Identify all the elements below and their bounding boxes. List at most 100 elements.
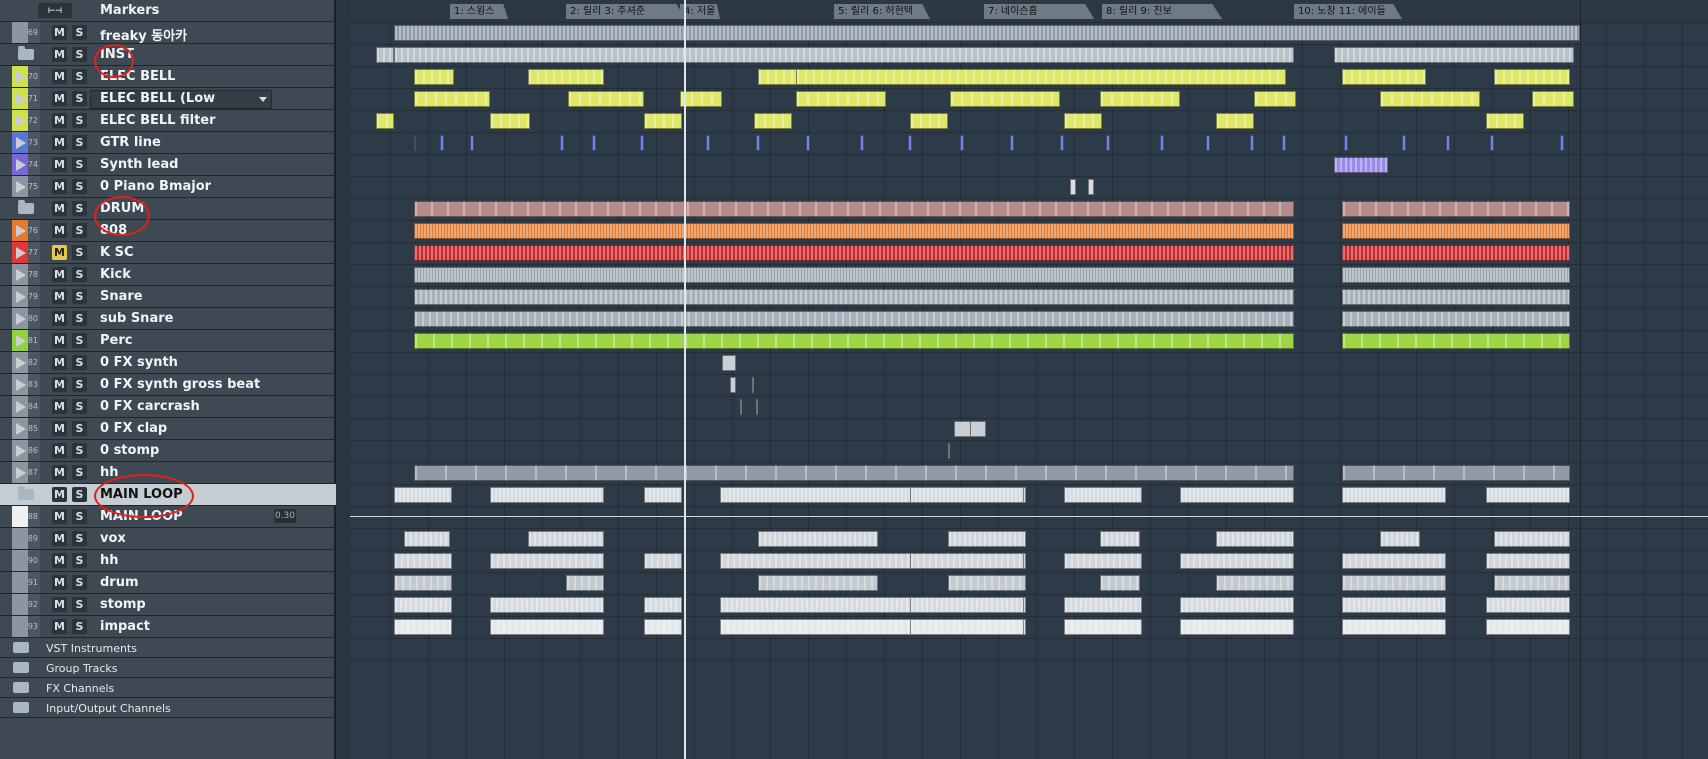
marker-track-icon[interactable]: ⊢⊣: [38, 3, 72, 18]
mute-button[interactable]: M: [52, 91, 67, 106]
event-clip[interactable]: [1380, 531, 1420, 547]
track-row-t72[interactable]: 72 M S ELEC BELL filter: [0, 110, 336, 132]
track-name[interactable]: freaky 동아카: [100, 25, 187, 44]
event-clip[interactable]: [592, 135, 596, 151]
track-row-t83[interactable]: 83 M S 0 FX synth gross beat: [0, 374, 336, 396]
event-clip[interactable]: [1344, 135, 1348, 151]
solo-button[interactable]: S: [72, 399, 87, 414]
event-clip[interactable]: [1494, 69, 1570, 85]
event-clip[interactable]: [414, 91, 490, 107]
solo-button[interactable]: S: [72, 135, 87, 150]
track-row-t89[interactable]: 89 M Svox: [0, 528, 336, 550]
track-value-box[interactable]: 0.30: [274, 509, 296, 523]
event-clip[interactable]: [1342, 619, 1446, 635]
event-clip[interactable]: [470, 135, 474, 151]
track-row-t92[interactable]: 92 M Sstomp: [0, 594, 336, 616]
track-row-inst[interactable]: M S INST: [0, 44, 336, 66]
event-clip[interactable]: [528, 69, 604, 85]
solo-button[interactable]: S: [72, 597, 87, 612]
event-clip[interactable]: [756, 135, 760, 151]
folder-icon[interactable]: [18, 486, 34, 500]
track-row-t75[interactable]: 75 M S 0 Piano Bmajor: [0, 176, 336, 198]
event-clip[interactable]: [490, 597, 604, 613]
event-clip[interactable]: [722, 355, 736, 371]
marker-label[interactable]: 2: 릴리 3: 주셔준: [566, 4, 686, 19]
event-clip[interactable]: [414, 69, 454, 85]
mute-button[interactable]: M: [52, 201, 67, 216]
event-clip[interactable]: [1216, 575, 1294, 591]
mute-button[interactable]: M: [52, 377, 67, 392]
event-clip[interactable]: [1494, 531, 1570, 547]
global-folder-row[interactable]: Group Tracks: [0, 658, 336, 678]
event-clip[interactable]: [970, 421, 986, 437]
mute-button[interactable]: M: [52, 465, 67, 480]
mute-button[interactable]: M: [52, 69, 67, 84]
track-row-t80[interactable]: 80 M Ssub Snare: [0, 308, 336, 330]
solo-button[interactable]: S: [72, 619, 87, 634]
track-name[interactable]: ELEC BELL filter: [100, 113, 216, 128]
event-clip[interactable]: [414, 201, 1294, 217]
solo-button[interactable]: S: [72, 553, 87, 568]
mute-button[interactable]: M: [52, 267, 67, 282]
event-clip[interactable]: [910, 113, 948, 129]
solo-button[interactable]: S: [72, 531, 87, 546]
track-row-t82[interactable]: 82 M S 0 FX synth: [0, 352, 336, 374]
event-clip[interactable]: [1334, 157, 1388, 173]
global-folder-row[interactable]: FX Channels: [0, 678, 336, 698]
track-name[interactable]: 0 FX synth: [100, 355, 178, 370]
mute-button[interactable]: M: [52, 487, 67, 502]
event-clip[interactable]: [394, 619, 452, 635]
event-clip[interactable]: [1342, 553, 1446, 569]
event-clip[interactable]: [1560, 135, 1564, 151]
event-clip[interactable]: [1070, 179, 1076, 195]
event-clip[interactable]: [490, 553, 604, 569]
track-row-t91[interactable]: 91 M Sdrum: [0, 572, 336, 594]
track-row-t90[interactable]: 90 M Shh: [0, 550, 336, 572]
track-name[interactable]: Synth lead: [100, 157, 178, 172]
event-clip[interactable]: [1160, 135, 1164, 151]
event-clip[interactable]: [490, 487, 604, 503]
event-clip[interactable]: [376, 47, 394, 63]
event-clip[interactable]: [440, 135, 444, 151]
event-clip[interactable]: [1342, 201, 1570, 217]
solo-button[interactable]: S: [72, 289, 87, 304]
track-name[interactable]: 0 FX clap: [100, 421, 167, 436]
event-clip[interactable]: [752, 377, 754, 393]
event-clip[interactable]: [1180, 597, 1294, 613]
solo-button[interactable]: S: [72, 25, 87, 40]
global-folder-row[interactable]: Input/Output Channels: [0, 698, 336, 718]
event-clip[interactable]: [1060, 135, 1064, 151]
solo-button[interactable]: S: [72, 157, 87, 172]
mute-button[interactable]: M: [52, 223, 67, 238]
event-clip[interactable]: [1342, 597, 1446, 613]
event-clip[interactable]: [1106, 135, 1110, 151]
event-clip[interactable]: [680, 91, 722, 107]
solo-button[interactable]: S: [72, 333, 87, 348]
track-row-t79[interactable]: 79 M S Snare: [0, 286, 336, 308]
mute-button[interactable]: M: [52, 47, 67, 62]
track-row-t73[interactable]: 73 M S GTR line: [0, 132, 336, 154]
event-clip[interactable]: [1342, 575, 1446, 591]
track-name[interactable]: ELEC BELL (Low: [100, 91, 215, 106]
track-name[interactable]: vox: [100, 531, 126, 546]
track-row-t74[interactable]: 74 M S Synth lead: [0, 154, 336, 176]
mute-button[interactable]: M: [52, 399, 67, 414]
event-clip[interactable]: [1342, 465, 1570, 481]
mute-button[interactable]: M: [52, 597, 67, 612]
track-row-drum[interactable]: M S DRUM: [0, 198, 336, 220]
event-clip[interactable]: [740, 399, 742, 415]
track-name[interactable]: Kick: [100, 267, 131, 282]
event-clip[interactable]: [394, 575, 452, 591]
event-clip[interactable]: [1216, 113, 1254, 129]
event-clip[interactable]: [796, 69, 1286, 85]
event-clip[interactable]: [640, 135, 644, 151]
event-clip[interactable]: [414, 223, 1294, 239]
playhead-cursor[interactable]: [684, 0, 686, 759]
event-clip[interactable]: [1064, 113, 1102, 129]
event-clip[interactable]: [910, 553, 1024, 569]
track-row-markers[interactable]: ⊢⊣ Markers: [0, 0, 336, 22]
event-clip[interactable]: [1180, 487, 1294, 503]
event-clip[interactable]: [1216, 531, 1294, 547]
event-clip[interactable]: [806, 135, 810, 151]
mute-button[interactable]: M: [52, 509, 67, 524]
